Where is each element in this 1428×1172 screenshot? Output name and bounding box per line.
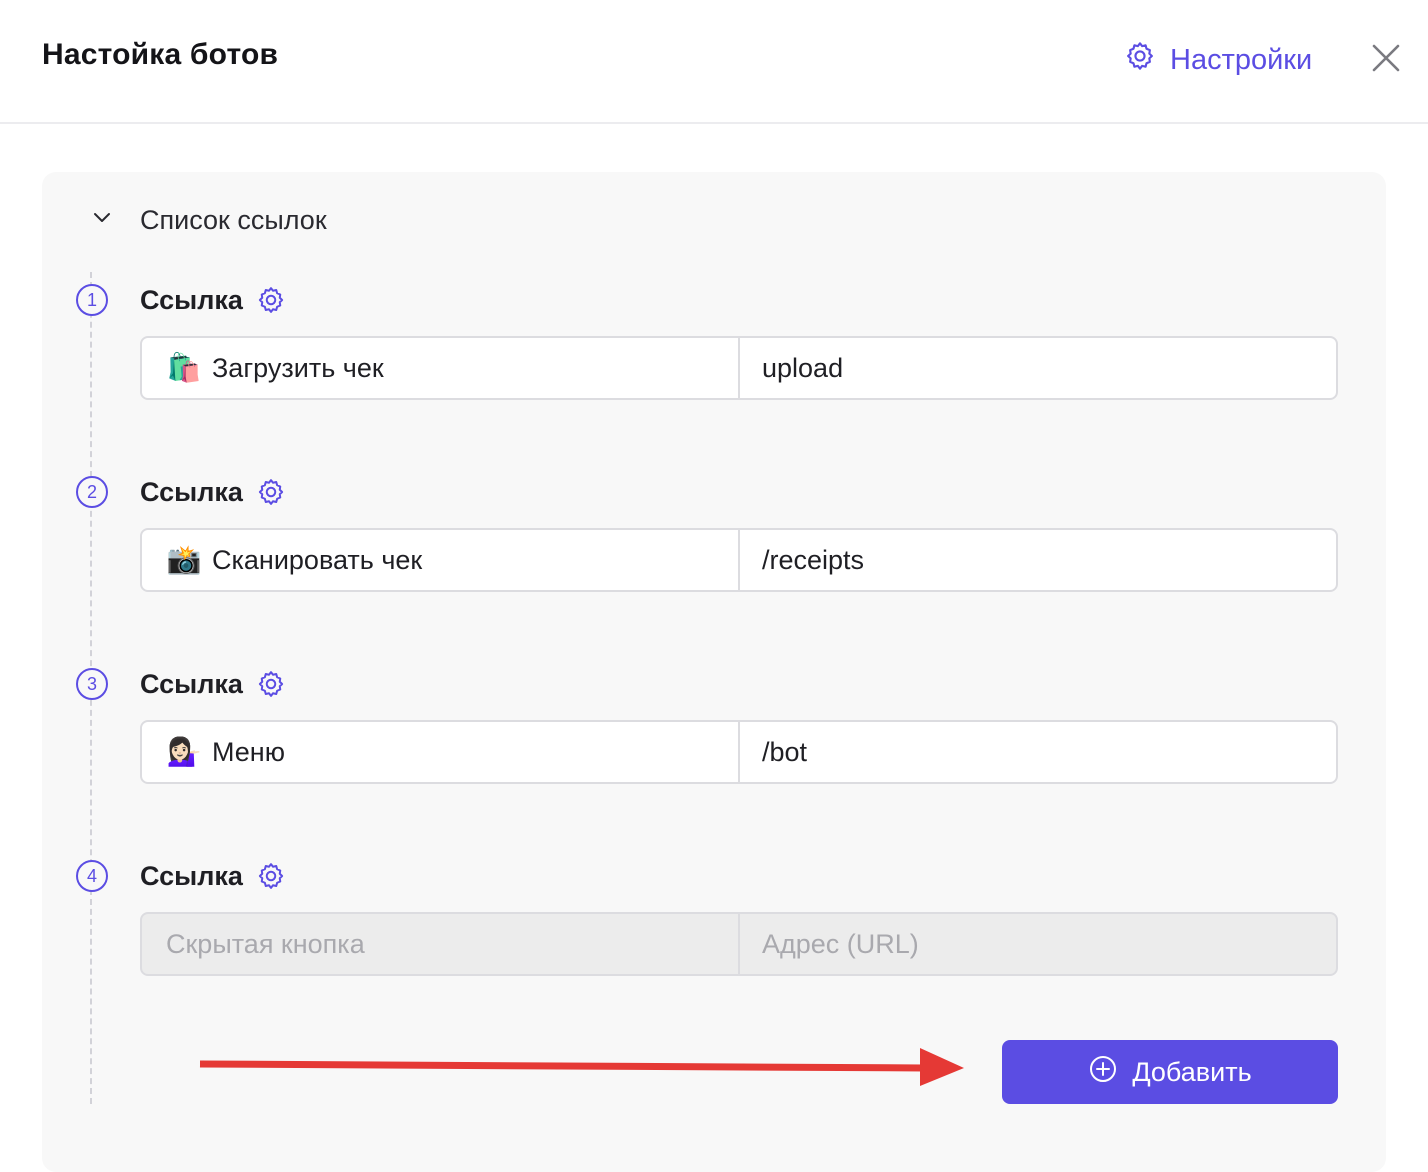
button-name-field[interactable]: 📸 Сканировать чек <box>142 530 740 590</box>
step-number: 1 <box>76 284 108 316</box>
button-name-field[interactable]: 💁🏻‍♀️ Меню <box>142 722 740 782</box>
link-fields: 📸 Сканировать чек /receipts <box>140 528 1338 592</box>
link-fields: 💁🏻‍♀️ Меню /bot <box>140 720 1338 784</box>
step-number: 2 <box>76 476 108 508</box>
link-settings-button[interactable] <box>256 669 286 699</box>
link-label: Ссылка <box>140 861 243 891</box>
url-placeholder: Адрес (URL) <box>762 928 919 959</box>
link-item: 3 Ссылка 💁🏻‍♀️ Меню /bot <box>42 668 1386 808</box>
button-name-field[interactable]: 🛍️ Загрузить чек <box>142 338 740 398</box>
step-number: 4 <box>76 860 108 892</box>
shopping-bags-icon: 🛍️ <box>166 352 202 383</box>
button-name-value: Меню <box>212 736 285 767</box>
page-title: Настойка ботов <box>42 38 279 71</box>
link-item: 1 Ссылка 🛍️ Загрузить чек upload <box>42 284 1386 424</box>
settings-link-label: Настройки <box>1170 43 1313 76</box>
links-panel: Список ссылок 1 Ссылка 🛍️ Загрузить чек … <box>42 172 1386 1172</box>
gear-icon <box>256 479 286 511</box>
link-fields: 🛍️ Загрузить чек upload <box>140 336 1338 400</box>
button-name-value: Загрузить чек <box>212 352 384 383</box>
gear-icon <box>256 863 286 895</box>
url-field[interactable]: upload <box>740 338 1336 398</box>
dialog-header: Настойка ботов Настройки <box>0 0 1428 124</box>
section-title: Список ссылок <box>140 204 327 235</box>
settings-link[interactable]: Настройки <box>1124 40 1312 80</box>
link-settings-button[interactable] <box>256 285 286 315</box>
gear-icon <box>256 287 286 319</box>
gear-icon <box>256 671 286 703</box>
camera-flash-icon: 📸 <box>166 544 202 575</box>
gear-icon <box>1124 40 1156 80</box>
url-value: /receipts <box>762 544 865 575</box>
link-label: Ссылка <box>140 669 243 699</box>
annotation-arrow <box>199 1048 964 1086</box>
add-button-label: Добавить <box>1132 1056 1252 1087</box>
link-label: Ссылка <box>140 477 243 507</box>
link-settings-button[interactable] <box>256 477 286 507</box>
url-value: upload <box>762 352 844 383</box>
url-value: /bot <box>762 736 808 767</box>
url-field[interactable]: /bot <box>740 722 1336 782</box>
plus-circle-icon <box>1088 1054 1118 1091</box>
button-name-value: Сканировать чек <box>212 544 423 575</box>
tipping-hand-person-icon: 💁🏻‍♀️ <box>166 736 202 767</box>
url-field[interactable]: /receipts <box>740 530 1336 590</box>
step-number: 3 <box>76 668 108 700</box>
link-settings-button[interactable] <box>256 861 286 891</box>
link-item: 2 Ссылка 📸 Сканировать чек /receipts <box>42 476 1386 616</box>
link-fields: Скрытая кнопка Адрес (URL) <box>140 912 1338 976</box>
chevron-down-icon <box>90 206 114 235</box>
button-name-placeholder: Скрытая кнопка <box>166 928 365 959</box>
section-toggle[interactable]: Список ссылок <box>90 200 327 240</box>
url-field[interactable]: Адрес (URL) <box>740 914 1336 974</box>
link-label: Ссылка <box>140 285 243 315</box>
close-icon <box>1368 44 1404 80</box>
close-button[interactable] <box>1368 40 1404 76</box>
button-name-field[interactable]: Скрытая кнопка <box>142 914 740 974</box>
add-button[interactable]: Добавить <box>1002 1040 1338 1104</box>
link-item: 4 Ссылка Скрытая кнопка Адрес (URL) <box>42 860 1386 1000</box>
